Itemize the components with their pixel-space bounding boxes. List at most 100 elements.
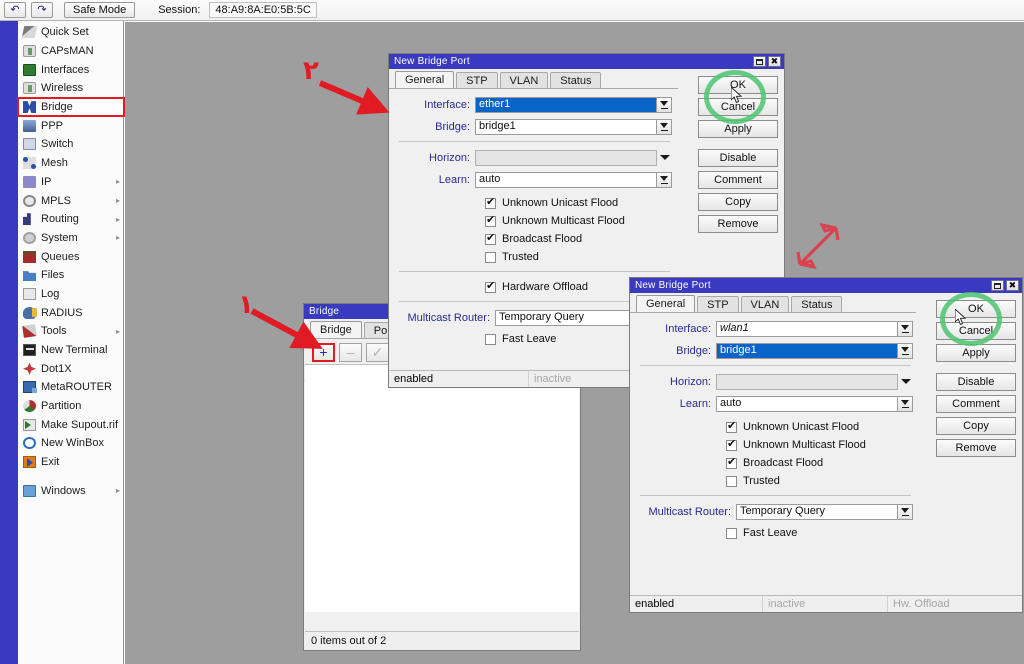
sidebar-item-log[interactable]: Log <box>18 285 124 304</box>
bridge-dropdown-button[interactable] <box>657 118 672 135</box>
remove-button[interactable]: Remove <box>936 439 1016 457</box>
sidebar-item-system[interactable]: System ▸ <box>18 229 124 248</box>
sidebar-item-wireless[interactable]: Wireless <box>18 79 124 98</box>
apply-button[interactable]: Apply <box>936 344 1016 362</box>
hardware-offload-checkbox[interactable] <box>485 280 496 293</box>
fast-leave-checkbox[interactable] <box>485 333 496 345</box>
copy-button[interactable]: Copy <box>936 417 1016 435</box>
sidebar-item-dot1x[interactable]: Dot1X <box>18 359 124 378</box>
sidebar-item-metarouter[interactable]: MetaROUTER <box>18 378 124 397</box>
copy-button[interactable]: Copy <box>698 193 778 211</box>
unknown-unicast-flood-checkbox[interactable] <box>726 420 737 433</box>
sidebar-item-interfaces[interactable]: Interfaces <box>18 60 124 79</box>
sidebar-item-new-terminal[interactable]: New Terminal <box>18 341 124 360</box>
sidebar-item-mpls[interactable]: MPLS ▸ <box>18 191 124 210</box>
sidebar-item-radius[interactable]: RADIUS <box>18 303 124 322</box>
tab-bridge[interactable]: Bridge <box>310 321 362 338</box>
sidebar-item-queues[interactable]: Queues <box>18 247 124 266</box>
broadcast-flood-checkbox[interactable] <box>726 456 737 469</box>
dialog2-titlebar[interactable]: New Bridge Port ✖ <box>630 278 1022 293</box>
tab-stp[interactable]: STP <box>456 72 498 88</box>
sidebar-item-switch[interactable]: Switch <box>18 135 124 154</box>
unknown-unicast-flood-row[interactable]: Unknown Unicast Flood <box>726 418 913 436</box>
close-icon[interactable]: ✖ <box>1006 280 1019 291</box>
unknown-multicast-flood-checkbox[interactable] <box>726 438 737 451</box>
sidebar-item-capsman[interactable]: CAPsMAN <box>18 42 124 61</box>
multicast-router-input[interactable]: Temporary Query <box>736 503 898 520</box>
tab-status[interactable]: Status <box>550 72 602 88</box>
horizon-dropdown-button[interactable] <box>898 374 913 390</box>
learn-input[interactable]: auto <box>475 171 657 188</box>
interface-input[interactable]: wlan1 <box>716 320 898 337</box>
bridge-input[interactable]: bridge1 <box>475 118 657 135</box>
unknown-multicast-flood-row[interactable]: Unknown Multicast Flood <box>726 436 913 454</box>
learn-dropdown-button[interactable] <box>898 395 913 412</box>
sidebar-item-tools[interactable]: Tools ▸ <box>18 322 124 341</box>
remove-button[interactable]: Remove <box>698 215 778 233</box>
undo-icon[interactable]: ↶ <box>4 2 26 18</box>
tab-status[interactable]: Status <box>791 296 843 312</box>
dialog2-title: New Bridge Port <box>635 280 711 291</box>
metarouter-icon <box>23 381 37 394</box>
broadcast-flood-row[interactable]: Broadcast Flood <box>485 230 672 248</box>
horizon-input[interactable] <box>475 149 657 166</box>
maximize-icon[interactable] <box>753 56 766 67</box>
sidebar-item-new-winbox[interactable]: New WinBox <box>18 434 124 453</box>
unknown-unicast-flood-label: Unknown Unicast Flood <box>502 197 619 209</box>
trusted-checkbox[interactable] <box>726 475 737 487</box>
sidebar-item-windows[interactable]: Windows ▸ <box>18 482 124 501</box>
bridge-list[interactable] <box>305 364 579 612</box>
interface-input[interactable]: ether1 <box>475 96 657 113</box>
sidebar-item-ppp[interactable]: PPP <box>18 116 124 135</box>
unknown-unicast-flood-row[interactable]: Unknown Unicast Flood <box>485 194 672 212</box>
redo-icon[interactable]: ↷ <box>31 2 53 18</box>
sidebar-item-files[interactable]: Files <box>18 266 124 285</box>
safe-mode-button[interactable]: Safe Mode <box>64 2 136 18</box>
interface-dropdown-button[interactable] <box>898 320 913 337</box>
sidebar-item-routing[interactable]: Routing ▸ <box>18 210 124 229</box>
horizon-dropdown-button[interactable] <box>657 150 672 166</box>
trusted-row[interactable]: Trusted <box>726 472 913 490</box>
sidebar-item-partition[interactable]: Partition <box>18 397 124 416</box>
multicast-router-dropdown-button[interactable] <box>898 503 913 520</box>
disable-button[interactable]: Disable <box>936 373 1016 391</box>
sidebar-item-make-supout[interactable]: Make Supout.rif <box>18 415 124 434</box>
fast-leave-row[interactable]: Fast Leave <box>726 524 913 542</box>
unknown-multicast-flood-checkbox[interactable] <box>485 214 496 227</box>
broadcast-flood-checkbox[interactable] <box>485 232 496 245</box>
comment-button[interactable]: Comment <box>936 395 1016 413</box>
trusted-row[interactable]: Trusted <box>485 248 672 266</box>
unknown-unicast-flood-checkbox[interactable] <box>485 196 496 209</box>
sidebar-item-bridge[interactable]: Bridge <box>17 96 125 118</box>
maximize-icon[interactable] <box>991 280 1004 291</box>
close-icon[interactable]: ✖ <box>768 56 781 67</box>
sidebar-item-ip[interactable]: IP ▸ <box>18 173 124 192</box>
tools-icon <box>22 324 37 339</box>
bridge-input[interactable]: bridge1 <box>716 342 898 359</box>
dialog1-titlebar[interactable]: New Bridge Port ✖ <box>389 54 784 69</box>
bridge-dropdown-button[interactable] <box>898 342 913 359</box>
sidebar-item-label: MetaROUTER <box>41 381 112 394</box>
fast-leave-checkbox[interactable] <box>726 527 737 539</box>
tab-vlan[interactable]: VLAN <box>740 296 790 312</box>
learn-dropdown-button[interactable] <box>657 171 672 188</box>
comment-button[interactable]: Comment <box>698 171 778 189</box>
tab-general[interactable]: General <box>636 295 696 312</box>
horizon-input[interactable] <box>716 373 898 390</box>
quickset-icon <box>21 26 38 39</box>
trusted-checkbox[interactable] <box>485 251 496 263</box>
unknown-multicast-flood-row[interactable]: Unknown Multicast Flood <box>485 212 672 230</box>
broadcast-flood-row[interactable]: Broadcast Flood <box>726 454 913 472</box>
enable-bridge-button[interactable]: ✓ <box>366 342 389 362</box>
tab-vlan[interactable]: VLAN <box>499 72 549 88</box>
learn-input[interactable]: auto <box>716 395 898 412</box>
add-bridge-button[interactable]: + <box>312 342 335 362</box>
tab-stp[interactable]: STP <box>697 296 739 312</box>
interface-dropdown-button[interactable] <box>657 96 672 113</box>
tab-general[interactable]: General <box>395 71 455 88</box>
remove-bridge-button[interactable]: – <box>339 342 362 362</box>
sidebar-item-exit[interactable]: Exit <box>18 453 124 472</box>
sidebar-item-mesh[interactable]: Mesh <box>18 154 124 173</box>
disable-button[interactable]: Disable <box>698 149 778 167</box>
sidebar-item-quick-set[interactable]: Quick Set <box>18 23 124 42</box>
